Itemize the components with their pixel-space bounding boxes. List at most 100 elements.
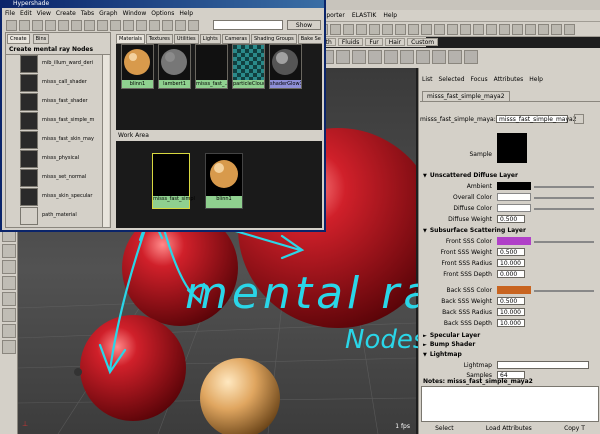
menu-edit[interactable]: Edit: [20, 10, 32, 17]
list-item[interactable]: misss_fast_simple_m: [20, 112, 104, 131]
overall-color-label: Overall Color: [452, 194, 492, 201]
diffuse-color-slider[interactable]: [534, 208, 594, 210]
lightmap-label: Lightmap: [463, 362, 492, 369]
hypershade-titlebar[interactable]: Hypershade: [2, 0, 324, 8]
list-item[interactable]: misss_fast_skin_may: [20, 131, 104, 150]
back-sss-color-swatch[interactable]: [497, 286, 531, 294]
tab-bake-sets[interactable]: Bake Se: [297, 34, 322, 44]
back-sss-weight-field[interactable]: 0.500: [497, 297, 525, 305]
section-unscattered[interactable]: Unscattered Diffuse Layer: [423, 172, 599, 180]
overall-color-swatch[interactable]: [497, 193, 531, 201]
menu-window[interactable]: Window: [123, 10, 147, 17]
menu-list[interactable]: List: [422, 76, 433, 86]
toolbar-icon[interactable]: [188, 20, 199, 31]
front-sss-depth-field[interactable]: 0.000: [497, 270, 525, 278]
menu-help[interactable]: Help: [529, 76, 543, 86]
diffuse-color-label: Diffuse Color: [453, 205, 492, 212]
list-item[interactable]: misss_physical: [20, 150, 104, 169]
tab-lights[interactable]: Lights: [199, 34, 221, 44]
back-sss-radius-label: Back SSS Radius: [442, 309, 492, 316]
menu-file[interactable]: File: [5, 10, 15, 17]
copy-tab-button[interactable]: Copy T: [564, 425, 585, 432]
tab-create[interactable]: Create: [7, 34, 30, 44]
toolbar-icon[interactable]: [97, 20, 108, 31]
tab-textures[interactable]: Textures: [145, 34, 173, 44]
work-area[interactable]: misss_fast_simpl blinn1: [116, 141, 322, 228]
menu-options[interactable]: Options: [151, 10, 174, 17]
toolbar-icon[interactable]: [149, 20, 160, 31]
front-sss-weight-field[interactable]: 0.500: [497, 248, 525, 256]
menu-selected[interactable]: Selected: [439, 76, 465, 86]
back-sss-radius-field[interactable]: 10.000: [497, 308, 525, 316]
tab-cameras[interactable]: Cameras: [221, 34, 250, 44]
hypershade-window: Hypershade File Edit View Create Tabs Gr…: [0, 0, 326, 232]
menu-help[interactable]: Help: [179, 10, 193, 17]
material-swatch[interactable]: shaderGlow1: [269, 44, 302, 89]
node-name-label: misss_fast_simple_maya:: [420, 116, 496, 123]
front-sss-color-slider[interactable]: [534, 241, 594, 243]
menu-graph[interactable]: Graph: [99, 10, 117, 17]
work-node[interactable]: misss_fast_simpl: [152, 153, 195, 209]
work-node[interactable]: blinn1: [205, 153, 243, 209]
toolbar-icon[interactable]: [19, 20, 30, 31]
section-specular[interactable]: Specular Layer: [423, 332, 599, 340]
toolbar-icon[interactable]: [162, 20, 173, 31]
material-swatch[interactable]: particleCloud1: [232, 44, 265, 89]
focus-icon[interactable]: [574, 114, 584, 124]
menu-tabs[interactable]: Tabs: [81, 10, 94, 17]
back-sss-depth-field[interactable]: 10.000: [497, 319, 525, 327]
tab-materials[interactable]: Materials: [116, 34, 145, 44]
section-bump[interactable]: Bump Shader: [423, 341, 599, 349]
front-sss-color-label: Front SSS Color: [445, 238, 492, 245]
diffuse-weight-field[interactable]: 0.500: [497, 215, 525, 223]
notes-field[interactable]: [421, 386, 599, 422]
select-button[interactable]: Select: [435, 425, 454, 432]
section-lightmap[interactable]: Lightmap: [423, 351, 599, 359]
list-item[interactable]: mib_illum_ward_deri: [20, 55, 104, 74]
tab-shading-groups[interactable]: Shading Groups: [251, 34, 297, 44]
material-swatch[interactable]: blinn1: [121, 44, 154, 89]
list-item[interactable]: misss_fast_shader: [20, 93, 104, 112]
ambient-swatch[interactable]: [497, 182, 531, 190]
section-subsurface[interactable]: Subsurface Scattering Layer: [423, 227, 599, 235]
toolbar-icon[interactable]: [123, 20, 134, 31]
tab-bins[interactable]: Bins: [32, 34, 50, 44]
front-sss-color-swatch[interactable]: [497, 237, 531, 245]
toolbar-icon[interactable]: [136, 20, 147, 31]
material-swatch[interactable]: lambert1: [158, 44, 191, 89]
menu-create[interactable]: Create: [56, 10, 76, 17]
attribute-editor: List Selected Focus Attributes Help miss…: [418, 68, 600, 434]
front-sss-radius-field[interactable]: 10.000: [497, 259, 525, 267]
toolbar-icon[interactable]: [32, 20, 43, 31]
search-input[interactable]: [213, 20, 283, 30]
show-button[interactable]: Show: [287, 20, 321, 30]
toolbar-icon[interactable]: [84, 20, 95, 31]
scrollbar[interactable]: [102, 55, 109, 227]
list-item[interactable]: misss_call_shader: [20, 74, 104, 93]
category-header[interactable]: Create mental ray Nodes: [6, 45, 110, 55]
list-item[interactable]: path_material: [20, 207, 104, 226]
tab-utilities[interactable]: Utilities: [173, 34, 199, 44]
toolbar-icon[interactable]: [6, 20, 17, 31]
toolbar-icon[interactable]: [71, 20, 82, 31]
menu-focus[interactable]: Focus: [471, 76, 488, 86]
material-swatch[interactable]: misss_fast_...: [195, 44, 228, 89]
load-attributes-button[interactable]: Load Attributes: [486, 425, 532, 432]
back-sss-depth-label: Back SSS Depth: [443, 320, 492, 327]
toolbar-icon[interactable]: [58, 20, 69, 31]
node-name-field[interactable]: misss_fast_simple_maya2: [496, 115, 577, 123]
back-sss-weight-label: Back SSS Weight: [441, 298, 492, 305]
ambient-slider[interactable]: [534, 186, 594, 188]
menu-attributes[interactable]: Attributes: [494, 76, 524, 86]
list-item[interactable]: misss_skin_specular: [20, 188, 104, 207]
toolbar-icon[interactable]: [175, 20, 186, 31]
toolbar-icon[interactable]: [110, 20, 121, 31]
toolbar-icon[interactable]: [45, 20, 56, 31]
menu-view[interactable]: View: [37, 10, 51, 17]
front-sss-depth-label: Front SSS Depth: [443, 271, 492, 278]
list-item[interactable]: misss_set_normal: [20, 169, 104, 188]
back-sss-color-slider[interactable]: [534, 290, 594, 292]
overall-color-slider[interactable]: [534, 197, 594, 199]
lightmap-field[interactable]: [497, 361, 589, 369]
diffuse-color-swatch[interactable]: [497, 204, 531, 212]
